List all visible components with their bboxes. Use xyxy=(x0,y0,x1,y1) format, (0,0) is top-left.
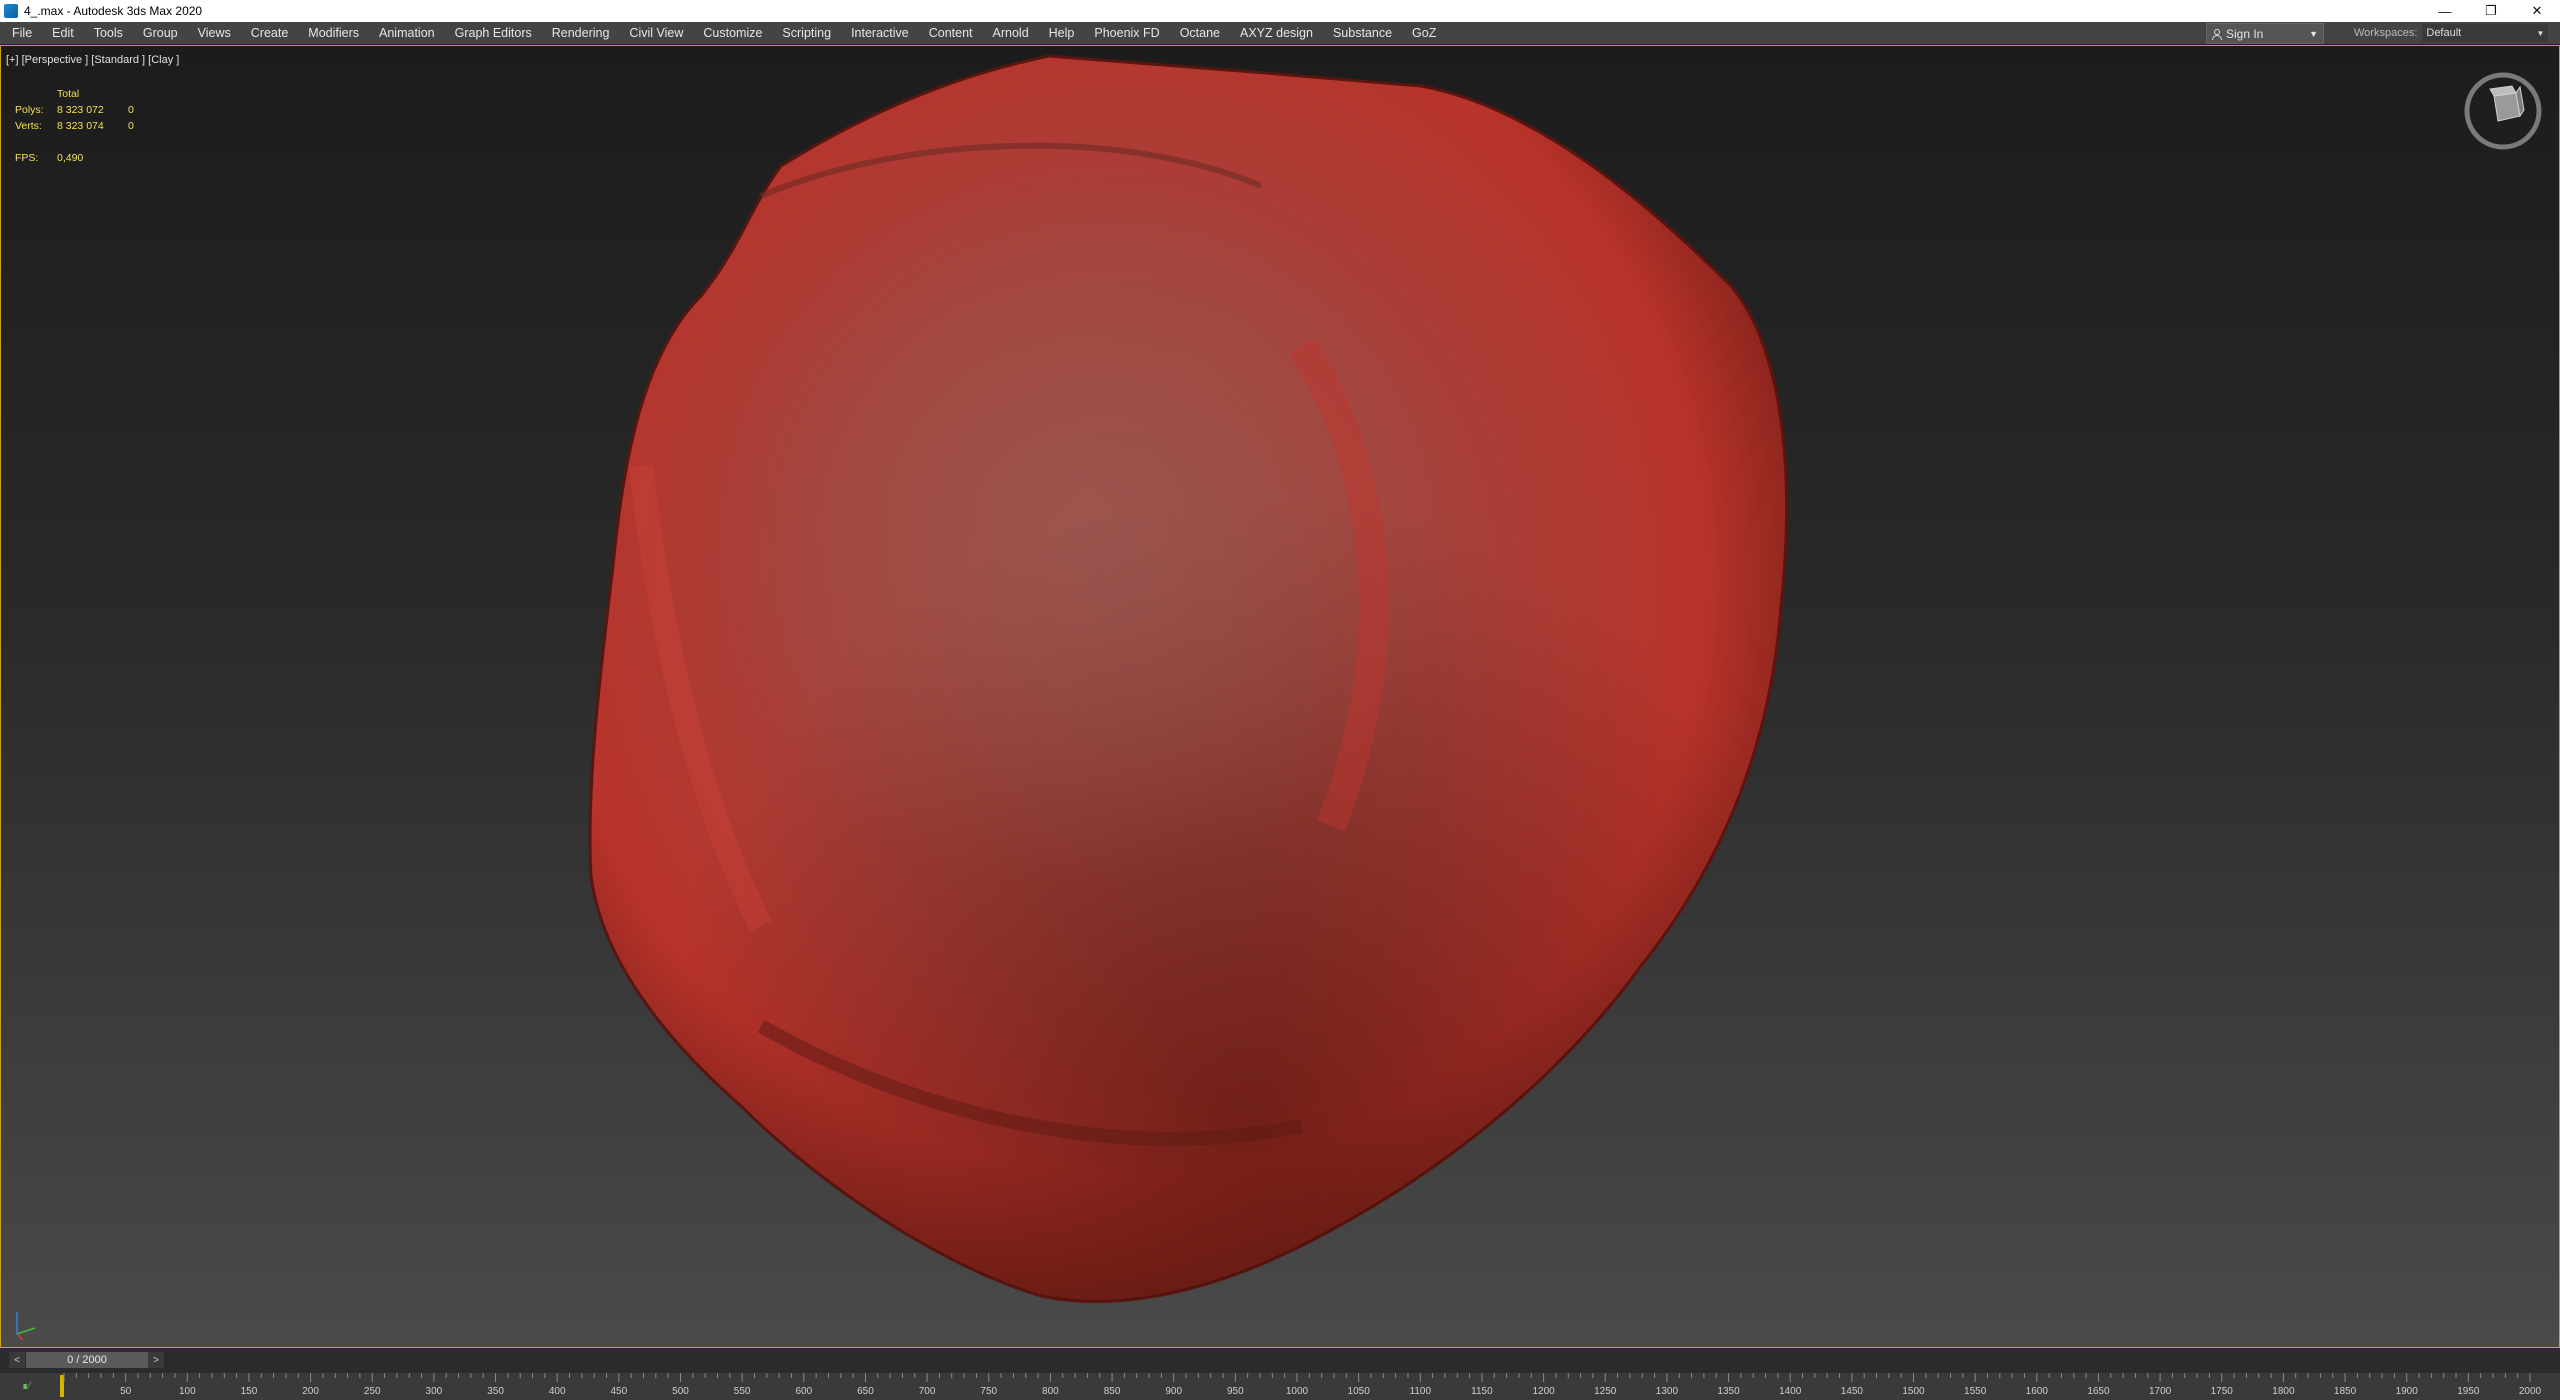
close-icon[interactable]: ✕ xyxy=(2514,0,2560,22)
ruler-tick-label: 1050 xyxy=(1347,1386,1370,1397)
polys-selected: 0 xyxy=(128,104,134,116)
menu-bar: File Edit Tools Group Views Create Modif… xyxy=(0,22,2560,44)
verts-label: Verts: xyxy=(15,120,42,132)
ruler-tick-label: 800 xyxy=(1042,1386,1059,1397)
time-slider[interactable]: < 0 / 2000 > xyxy=(0,1348,2560,1373)
ruler-tick-label: 250 xyxy=(363,1386,381,1397)
ruler-tick-label: 100 xyxy=(178,1386,196,1397)
ruler-tick-label: 1850 xyxy=(2333,1386,2357,1397)
ruler-tick-label: 1750 xyxy=(2210,1386,2233,1397)
ruler-tick-label: 1000 xyxy=(1285,1386,1309,1397)
ruler-tick-label: 1950 xyxy=(2457,1386,2480,1397)
sign-in-label: Sign In xyxy=(2226,26,2264,41)
ruler-tick-label: 1100 xyxy=(1409,1386,1432,1397)
menu-arnold[interactable]: Arnold xyxy=(983,22,1039,44)
menu-edit[interactable]: Edit xyxy=(42,22,84,44)
ruler-tick-label: 1600 xyxy=(2025,1386,2048,1397)
ruler-tick-label: 700 xyxy=(918,1386,936,1397)
menu-graph-editors[interactable]: Graph Editors xyxy=(445,22,542,44)
viewport-label[interactable]: [+] [Perspective ] [Standard ] [Clay ] xyxy=(6,54,179,66)
ruler-tick-label: 1650 xyxy=(2087,1386,2110,1397)
previous-frame-icon[interactable]: < xyxy=(9,1352,25,1368)
minimize-icon[interactable]: — xyxy=(2422,0,2468,22)
ruler-tick-label: 1550 xyxy=(1964,1386,1987,1397)
key-filter-icon[interactable]: ∎⁄ xyxy=(22,1381,30,1392)
chevron-down-icon: ▼ xyxy=(2536,28,2545,38)
track-bar[interactable]: ∎⁄ 50 100 150 200 250 300 350 400 450 500 550 600 65… xyxy=(0,1373,2560,1400)
menu-customize[interactable]: Customize xyxy=(693,22,772,44)
verts-selected: 0 xyxy=(128,120,134,132)
title-bar: 4_.max - Autodesk 3ds Max 2020 — ❐ ✕ xyxy=(0,0,2560,22)
ruler-tick-label: 500 xyxy=(672,1386,689,1397)
verts-total: 8 323 074 xyxy=(57,120,104,132)
ruler-tick-label: 350 xyxy=(487,1386,504,1397)
menu-animation[interactable]: Animation xyxy=(369,22,445,44)
menu-file[interactable]: File xyxy=(0,22,42,44)
menu-civil-view[interactable]: Civil View xyxy=(619,22,693,44)
ruler-tick-label: 300 xyxy=(425,1386,443,1397)
statistics-overlay: Total Polys: 8 323 072 0 Verts: 8 323 07… xyxy=(15,86,134,166)
workspaces-group: Workspaces: Default ▼ xyxy=(2354,22,2549,44)
menu-scripting[interactable]: Scripting xyxy=(772,22,841,44)
ruler-tick-label: 550 xyxy=(733,1386,751,1397)
ruler-tick-label: 950 xyxy=(1227,1386,1244,1397)
ruler-tick-label: 150 xyxy=(240,1386,258,1397)
ruler-tick-label: 450 xyxy=(610,1386,628,1397)
menu-goz[interactable]: GoZ xyxy=(1402,22,1446,44)
window-title: 4_.max - Autodesk 3ds Max 2020 xyxy=(24,4,203,18)
sign-in-dropdown[interactable]: Sign In ▼ xyxy=(2206,23,2324,44)
user-icon xyxy=(2212,28,2222,40)
ruler-tick-label: 1900 xyxy=(2395,1386,2418,1397)
ruler-tick-label: 750 xyxy=(980,1386,998,1397)
perspective-viewport[interactable]: [+] [Perspective ] [Standard ] [Clay ] T… xyxy=(0,45,2560,1348)
menu-axyz-design[interactable]: AXYZ design xyxy=(1230,22,1323,44)
ruler-tick-label: 1800 xyxy=(2272,1386,2295,1397)
ruler-tick-label: 850 xyxy=(1103,1386,1121,1397)
ruler-tick-label: 600 xyxy=(795,1386,813,1397)
fps-label: FPS: xyxy=(15,152,39,164)
ruler-tick-label: 1400 xyxy=(1779,1386,1802,1397)
ruler-tick-label: 1300 xyxy=(1655,1386,1679,1397)
workspaces-label: Workspaces: xyxy=(2354,27,2418,39)
time-slider-thumb[interactable]: 0 / 2000 xyxy=(26,1352,148,1368)
ruler-tick-label: 1200 xyxy=(1532,1386,1555,1397)
menu-create[interactable]: Create xyxy=(241,22,299,44)
menu-group[interactable]: Group xyxy=(133,22,188,44)
app-icon xyxy=(4,4,18,18)
polys-label: Polys: xyxy=(15,104,44,116)
restore-icon[interactable]: ❐ xyxy=(2468,0,2514,22)
workspaces-value: Default xyxy=(2426,27,2462,39)
ruler-tick-label: 900 xyxy=(1165,1386,1183,1397)
next-frame-icon[interactable]: > xyxy=(148,1352,164,1368)
ruler-tick-label: 50 xyxy=(120,1386,132,1397)
fps-value: 0,490 xyxy=(57,152,84,164)
menu-help[interactable]: Help xyxy=(1039,22,1085,44)
ruler-tick-label: 1450 xyxy=(1840,1386,1863,1397)
menu-tools[interactable]: Tools xyxy=(84,22,133,44)
ruler-tick-label: 1250 xyxy=(1594,1386,1617,1397)
menu-octane[interactable]: Octane xyxy=(1170,22,1230,44)
ruler-tick-label: 1350 xyxy=(1717,1386,1740,1397)
polys-total: 8 323 072 xyxy=(57,104,104,116)
rock-mesh[interactable] xyxy=(1,46,2559,1347)
chevron-down-icon: ▼ xyxy=(2309,28,2318,39)
ruler-tick-label: 1150 xyxy=(1471,1386,1493,1397)
ruler-tick-label: 1500 xyxy=(1902,1386,1925,1397)
viewcube-icon[interactable] xyxy=(2458,66,2548,156)
menu-phoenix-fd[interactable]: Phoenix FD xyxy=(1084,22,1169,44)
menu-modifiers[interactable]: Modifiers xyxy=(298,22,369,44)
stats-total-header: Total xyxy=(57,88,80,100)
ruler-tick-label: 200 xyxy=(302,1386,319,1397)
workspaces-select[interactable]: Default ▼ xyxy=(2422,24,2549,42)
ruler-tick-label: 400 xyxy=(548,1386,566,1397)
menu-interactive[interactable]: Interactive xyxy=(841,22,919,44)
ruler-tick-label: 650 xyxy=(857,1386,874,1397)
axis-tripod-icon xyxy=(16,1312,36,1341)
menu-content[interactable]: Content xyxy=(919,22,983,44)
menu-substance[interactable]: Substance xyxy=(1323,22,1402,44)
menu-rendering[interactable]: Rendering xyxy=(542,22,620,44)
ruler-tick-label: 2000 xyxy=(2518,1386,2542,1397)
menu-views[interactable]: Views xyxy=(188,22,241,44)
ruler-tick-label: 1700 xyxy=(2148,1386,2172,1397)
